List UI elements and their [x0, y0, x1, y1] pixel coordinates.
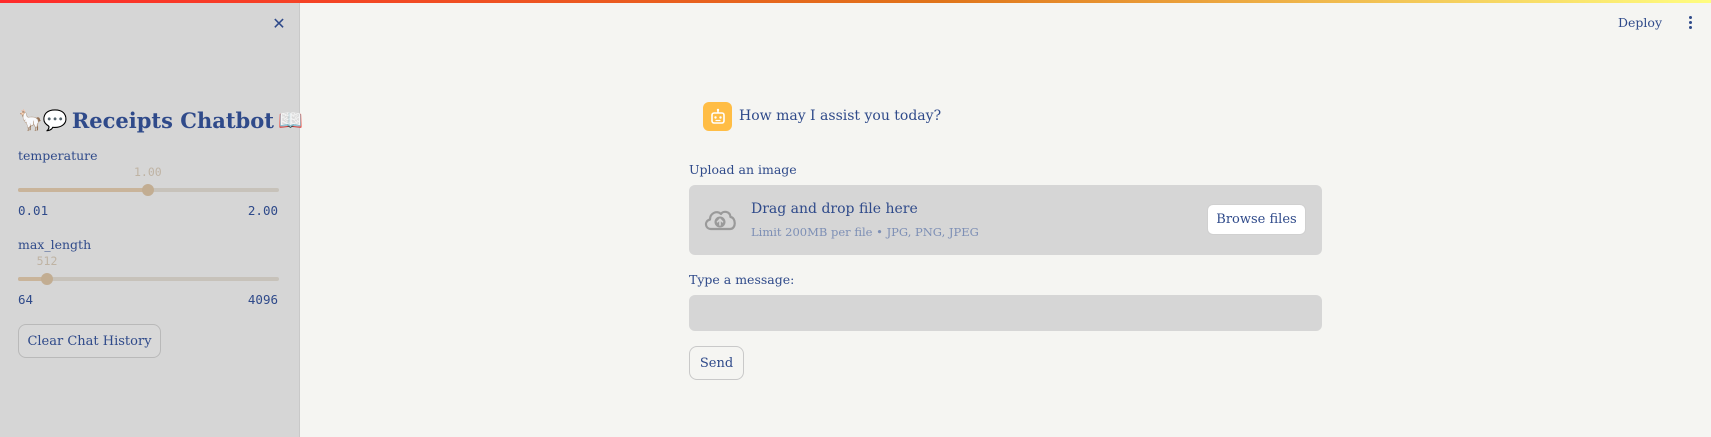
temperature-min: 0.01 [18, 203, 49, 218]
kebab-menu-icon[interactable] [1682, 12, 1698, 32]
book-emoji: 📖 [277, 108, 303, 132]
clear-chat-history-button[interactable]: Clear Chat History [18, 324, 161, 358]
top-decoration-bar [0, 0, 1711, 3]
temperature-label: temperature [18, 148, 98, 163]
close-icon[interactable]: ✕ [270, 14, 288, 33]
max-length-value: 512 [36, 254, 58, 268]
max-length-slider-thumb[interactable] [41, 273, 53, 285]
temperature-value: 1.00 [133, 165, 162, 179]
sidebar: ✕ 🦙💬 Receipts Chatbot 📖 temperature 1.00… [0, 0, 303, 437]
send-button[interactable]: Send [689, 346, 744, 380]
temperature-slider-thumb[interactable] [141, 184, 154, 196]
temperature-slider-fill [18, 188, 148, 192]
deploy-button[interactable]: Deploy [1618, 12, 1662, 32]
max-length-label: max_length [18, 237, 92, 252]
upload-label: Upload an image [689, 162, 797, 177]
message-label: Type a message: [689, 272, 795, 287]
sidebar-title-text: Receipts Chatbot [71, 107, 274, 133]
max-length-min: 64 [18, 292, 34, 307]
bot-icon [703, 102, 732, 131]
dropzone-title: Drag and drop file here [751, 201, 918, 217]
temperature-slider[interactable] [18, 184, 279, 196]
assistant-message: How may I assist you today? [739, 108, 942, 124]
temperature-max: 2.00 [247, 203, 278, 218]
file-dropzone[interactable]: Drag and drop file here Limit 200MB per … [689, 185, 1322, 255]
llama-speech-emoji: 🦙💬 [18, 108, 68, 132]
message-input[interactable] [689, 295, 1322, 331]
sidebar-title: 🦙💬 Receipts Chatbot 📖 [18, 104, 303, 136]
browse-files-button[interactable]: Browse files [1207, 204, 1306, 235]
max-length-slider[interactable] [18, 273, 279, 285]
max-length-max: 4096 [247, 292, 278, 307]
cloud-upload-icon [702, 205, 738, 235]
dropzone-limits: Limit 200MB per file • JPG, PNG, JPEG [751, 225, 979, 239]
